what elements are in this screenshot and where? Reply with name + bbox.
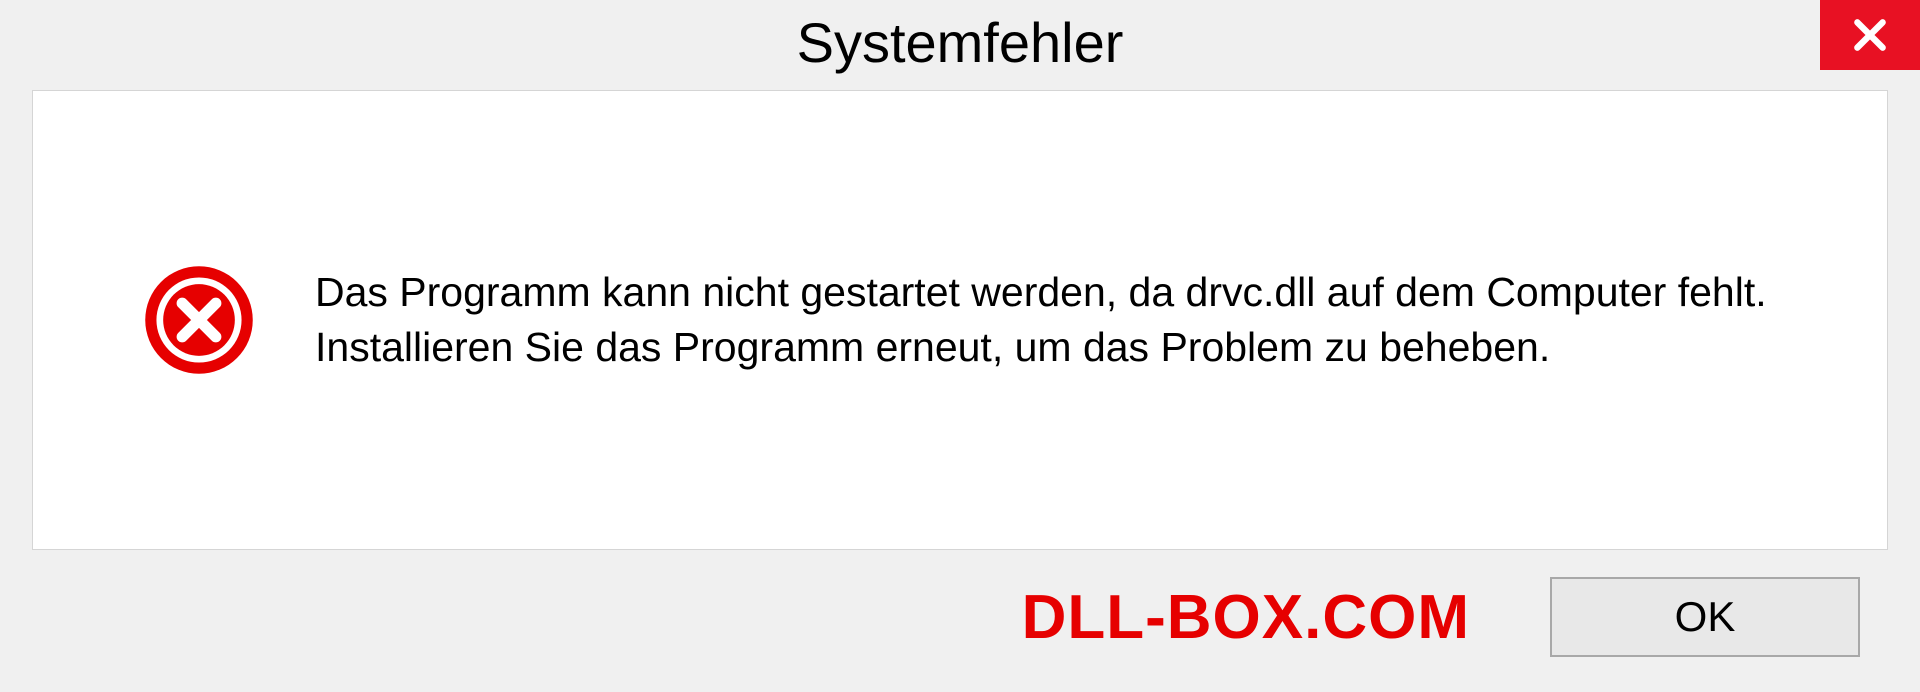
footer: DLL-BOX.COM OK [0, 562, 1920, 692]
ok-button[interactable]: OK [1550, 577, 1860, 657]
error-message: Das Programm kann nicht gestartet werden… [315, 265, 1827, 376]
dialog-title: Systemfehler [797, 10, 1124, 75]
titlebar: Systemfehler [0, 0, 1920, 90]
error-icon [143, 264, 255, 376]
watermark-text: DLL-BOX.COM [1022, 582, 1470, 653]
close-button[interactable] [1820, 0, 1920, 70]
error-dialog: Systemfehler Das Programm kann nicht ges… [0, 0, 1920, 692]
content-area: Das Programm kann nicht gestartet werden… [32, 90, 1888, 550]
close-icon [1851, 16, 1889, 54]
